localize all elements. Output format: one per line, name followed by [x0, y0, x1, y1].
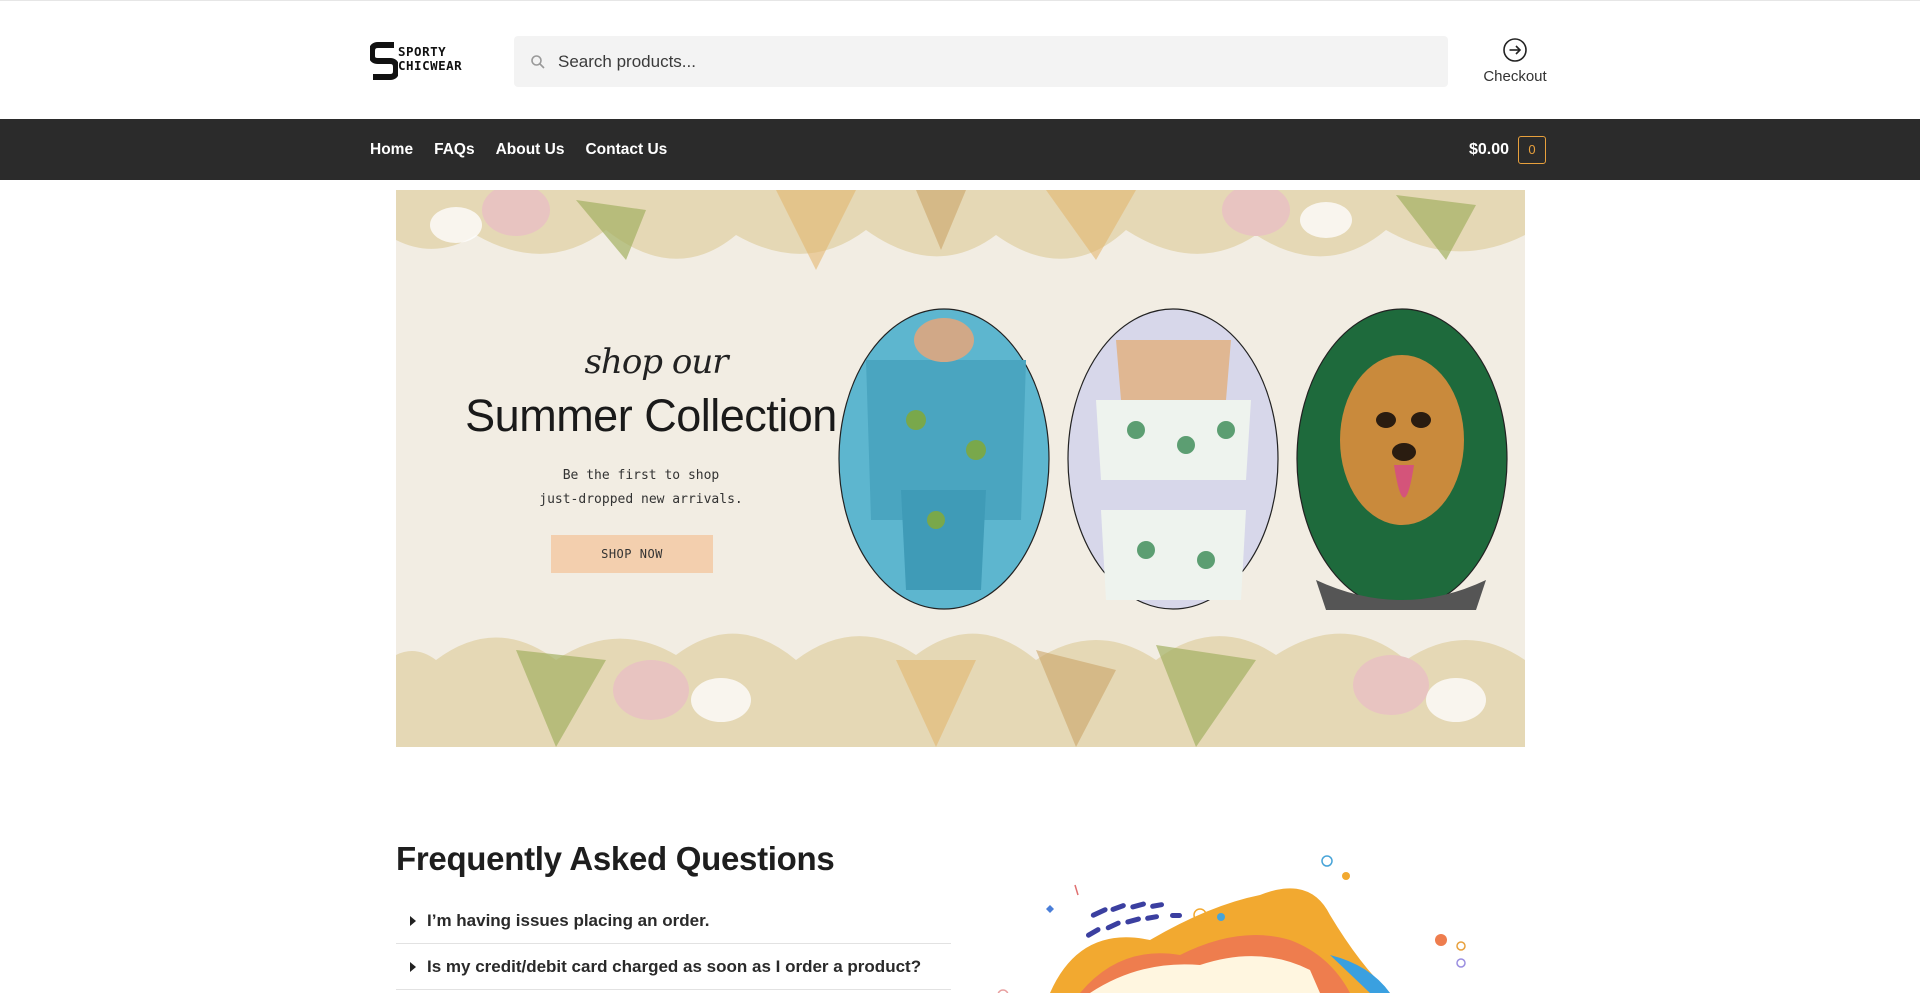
floral-border-bottom-image	[396, 633, 1525, 747]
nav-contact-us[interactable]: Contact Us	[585, 141, 667, 159]
nav-links: Home FAQs About Us Contact Us	[370, 119, 667, 180]
site-header: SPORTY CHICWEAR Checkout	[0, 1, 1920, 119]
floral-border-top-image	[396, 190, 1525, 270]
product-photo-bikini-set-image	[1067, 308, 1279, 610]
caret-right-icon	[410, 915, 416, 926]
arrow-circle-right-icon	[1503, 38, 1527, 62]
faq-title: Frequently Asked Questions	[396, 840, 835, 877]
faq-list: I’m having issues placing an order. Is m…	[396, 898, 951, 990]
cart-total: $0.00	[1469, 140, 1510, 158]
faq-question: I’m having issues placing an order.	[427, 910, 710, 930]
shop-now-button[interactable]: SHOP NOW	[551, 535, 713, 573]
search-input[interactable]	[558, 36, 1428, 87]
hero-banner[interactable]: shop our Summer Collection Be the first …	[396, 190, 1525, 747]
search-icon	[531, 55, 545, 69]
primary-navbar: Home FAQs About Us Contact Us $0.00 0	[0, 119, 1920, 180]
mini-cart[interactable]: $0.00 0	[1469, 135, 1547, 164]
product-photo-dog-shirt-image	[1296, 308, 1508, 610]
caret-right-icon	[410, 961, 416, 972]
logo-s-icon	[370, 42, 398, 80]
banner-script-text: shop our	[584, 342, 728, 382]
faq-item[interactable]: I’m having issues placing an order.	[396, 898, 951, 944]
banner-subtitle: Be the first to shop just-dropped new ar…	[539, 468, 743, 507]
nav-about-us[interactable]: About Us	[496, 141, 565, 159]
nav-faqs[interactable]: FAQs	[434, 141, 474, 159]
nav-home[interactable]: Home	[370, 141, 413, 159]
banner-title: Summer Collection	[465, 390, 837, 441]
faq-item[interactable]: Is my credit/debit card charged as soon …	[396, 944, 951, 990]
site-logo[interactable]: SPORTY CHICWEAR	[370, 41, 470, 81]
search-bar	[514, 36, 1448, 87]
checkout-link[interactable]: Checkout	[1476, 37, 1554, 89]
faq-question: Is my credit/debit card charged as soon …	[427, 956, 922, 976]
logo-text: SPORTY CHICWEAR	[398, 44, 463, 73]
faq-illustration-image	[997, 855, 1466, 993]
cart-count-badge: 0	[1518, 135, 1547, 164]
product-photo-hawaiian-set-image	[838, 308, 1050, 610]
checkout-label: Checkout	[1483, 68, 1547, 85]
